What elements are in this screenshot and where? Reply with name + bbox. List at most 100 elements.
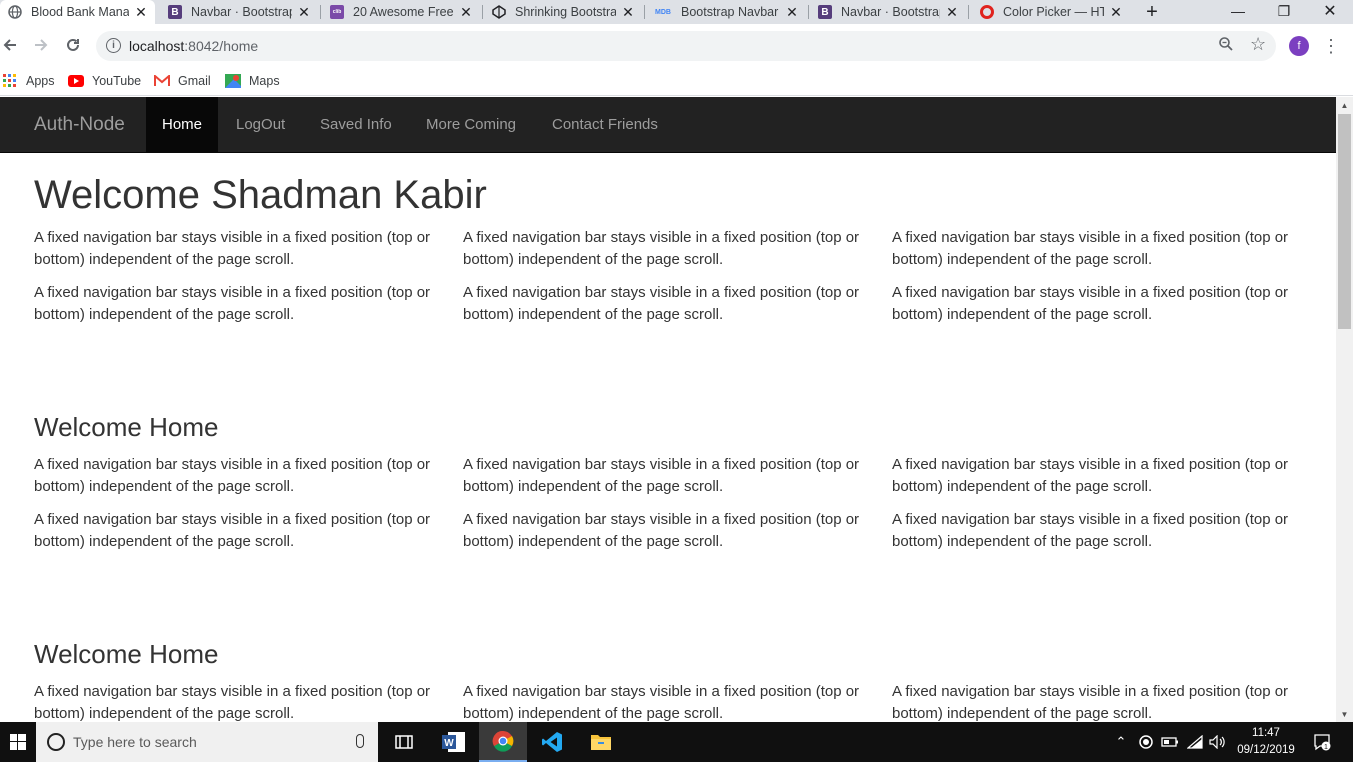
profile-avatar[interactable]: f [1289, 36, 1309, 56]
scrollbar-thumb[interactable] [1338, 114, 1351, 329]
bookmarks-bar: Apps YouTube Gmail Maps [0, 66, 1353, 96]
paragraph: A fixed navigation bar stays visible in … [463, 683, 860, 722]
navbar-brand[interactable]: Auth-Node [34, 114, 125, 136]
bookmark-apps[interactable]: Apps [2, 71, 55, 91]
tab-title: Shrinking Bootstra [515, 5, 616, 19]
taskbar-search-placeholder: Type here to search [73, 734, 197, 750]
tab-separator [320, 5, 321, 19]
bookmark-label: YouTube [92, 74, 142, 88]
forward-button[interactable] [31, 32, 51, 58]
page-viewport: Auth-Node Home LogOut Saved Info More Co… [0, 97, 1336, 722]
section-heading: Welcome Home [34, 639, 219, 669]
back-button[interactable] [0, 32, 20, 58]
scroll-up-icon[interactable]: ▲ [1336, 97, 1353, 113]
gmail-icon [154, 74, 170, 88]
tab-awesome-free[interactable]: clib 20 Awesome Free ✕ [322, 0, 480, 24]
windows-start-button[interactable] [0, 722, 36, 762]
notification-icon: 1 [1314, 734, 1331, 751]
bookmark-star-icon[interactable]: ☆ [1250, 34, 1266, 55]
close-tab-icon[interactable]: ✕ [458, 4, 474, 20]
chrome-icon [492, 730, 514, 752]
mdb-icon: MDB [655, 8, 671, 16]
bookmark-label: Gmail [178, 74, 211, 88]
zoom-icon[interactable] [1218, 36, 1234, 57]
taskbar-file-explorer[interactable] [577, 722, 625, 762]
wifi-icon[interactable] [1185, 722, 1205, 762]
close-tab-icon[interactable]: ✕ [296, 4, 312, 20]
taskbar-clock[interactable]: 11:47 09/12/2019 [1228, 725, 1304, 759]
browser-toolbar: i localhost:8042/home ☆ f ⋮ [0, 24, 1353, 66]
bookmark-gmail[interactable]: Gmail [154, 71, 211, 91]
restore-button[interactable]: ❐ [1261, 0, 1307, 22]
scroll-down-icon[interactable]: ▼ [1336, 706, 1353, 722]
close-tab-icon[interactable]: ✕ [1108, 4, 1124, 20]
nav-logout[interactable]: LogOut [220, 97, 301, 152]
nav-contact-friends[interactable]: Contact Friends [536, 97, 674, 152]
show-hidden-icons-icon[interactable]: ⌃ [1112, 722, 1130, 762]
bookmark-label: Apps [26, 74, 55, 88]
address-bar[interactable]: i localhost:8042/home ☆ [96, 31, 1276, 61]
microphone-icon[interactable] [356, 734, 364, 748]
paragraph: A fixed navigation bar stays visible in … [34, 229, 431, 268]
paragraph: A fixed navigation bar stays visible in … [463, 456, 860, 495]
action-center-button[interactable]: 1 [1310, 722, 1334, 762]
taskbar-vscode[interactable] [528, 722, 576, 762]
tab-title: Navbar · Bootstrap [191, 5, 292, 19]
nav-saved-info[interactable]: Saved Info [304, 97, 408, 152]
browser-tab-strip: Blood Bank Manag ✕ B Navbar · Bootstrap … [0, 0, 1353, 24]
volume-icon[interactable] [1208, 722, 1228, 762]
tab-navbar-bootstrap-1[interactable]: B Navbar · Bootstrap ✕ [160, 0, 318, 24]
nav-more-coming[interactable]: More Coming [410, 97, 532, 152]
paragraph: A fixed navigation bar stays visible in … [463, 511, 860, 550]
info-icon[interactable]: i [106, 38, 121, 53]
maps-icon [225, 74, 241, 88]
paragraph: A fixed navigation bar stays visible in … [892, 511, 1289, 550]
paragraph: A fixed navigation bar stays visible in … [34, 456, 431, 495]
close-tab-icon[interactable]: ✕ [784, 4, 800, 20]
bookmark-youtube[interactable]: YouTube [68, 71, 141, 91]
minimize-button[interactable]: — [1215, 0, 1261, 22]
youtube-icon [68, 74, 84, 88]
browser-menu-icon[interactable]: ⋮ [1322, 34, 1340, 58]
new-tab-button[interactable]: + [1142, 0, 1162, 24]
tab-title: Bootstrap Navbar [681, 5, 779, 19]
page-scrollbar[interactable]: ▲ ▼ [1336, 97, 1353, 722]
colorlib-icon: clib [330, 5, 344, 19]
reload-button[interactable] [63, 32, 83, 58]
taskbar-word[interactable]: W [430, 722, 478, 762]
url-text: localhost:8042/home [129, 38, 259, 54]
close-tab-icon[interactable]: ✕ [620, 4, 636, 20]
close-window-button[interactable]: ✕ [1307, 0, 1353, 22]
tab-blood-bank[interactable]: Blood Bank Manag ✕ [0, 0, 155, 24]
cortana-icon [47, 733, 65, 751]
battery-icon[interactable] [1160, 722, 1180, 762]
paragraph: A fixed navigation bar stays visible in … [463, 229, 860, 268]
task-view-button[interactable] [380, 722, 428, 762]
tab-title: Navbar · Bootstrap [841, 5, 940, 19]
paragraph: A fixed navigation bar stays visible in … [34, 683, 431, 722]
bootstrap-icon: B [818, 5, 832, 19]
tab-title: Blood Bank Manag [31, 5, 129, 19]
close-tab-icon[interactable]: ✕ [944, 4, 960, 20]
tab-separator [644, 5, 645, 19]
paragraph: A fixed navigation bar stays visible in … [892, 229, 1289, 268]
tab-bootstrap-navbar[interactable]: MDB Bootstrap Navbar ✕ [646, 0, 806, 24]
windows-logo-icon [10, 734, 26, 750]
paragraph: A fixed navigation bar stays visible in … [463, 284, 860, 323]
bookmark-maps[interactable]: Maps [225, 71, 280, 91]
taskbar-chrome[interactable] [479, 722, 527, 762]
bootstrap-icon: B [168, 5, 182, 19]
paragraph: A fixed navigation bar stays visible in … [34, 511, 431, 550]
tab-navbar-bootstrap-2[interactable]: B Navbar · Bootstrap ✕ [810, 0, 966, 24]
nav-home[interactable]: Home [146, 97, 219, 152]
taskbar-search[interactable]: Type here to search [36, 722, 378, 762]
close-tab-icon[interactable]: ✕ [133, 4, 149, 20]
tab-color-picker[interactable]: Color Picker — HT ✕ [972, 0, 1130, 24]
record-icon[interactable] [1137, 722, 1155, 762]
apps-grid-icon [2, 74, 18, 88]
page-title: Welcome Shadman Kabir [34, 173, 487, 217]
tab-shrinking-bootstrap[interactable]: Shrinking Bootstra ✕ [484, 0, 642, 24]
globe-icon [8, 5, 22, 19]
clock-date: 09/12/2019 [1237, 744, 1295, 756]
site-navbar: Auth-Node Home LogOut Saved Info More Co… [0, 97, 1336, 153]
